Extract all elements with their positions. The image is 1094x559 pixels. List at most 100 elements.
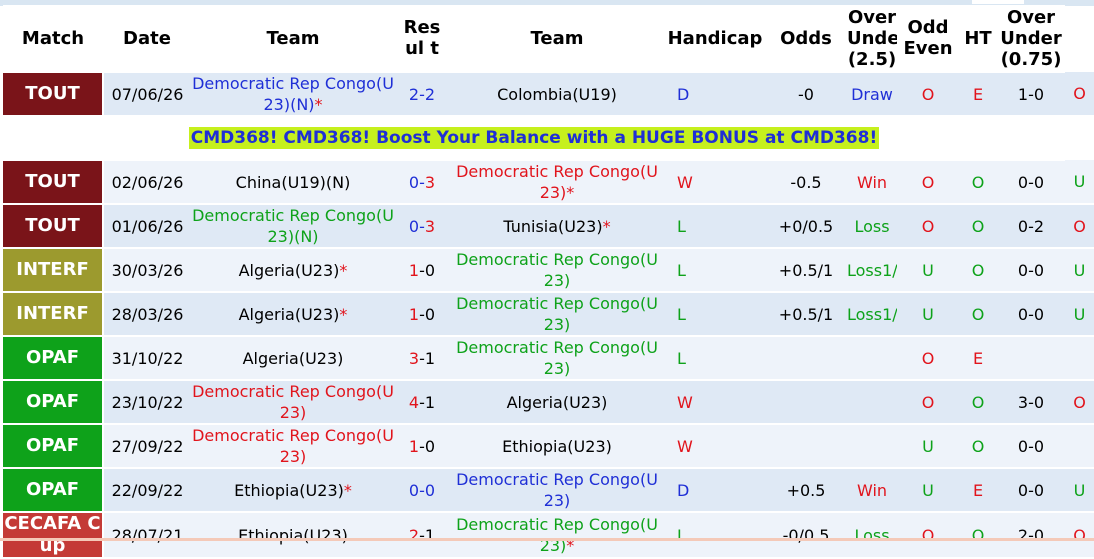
- header-handicap[interactable]: Handicap: [665, 5, 765, 73]
- table-row[interactable]: CECAFA C up 28/07/21 Ethiopia(U23) 2-1 Democ…: [3, 512, 1094, 559]
- score-cell[interactable]: 1-0: [395, 424, 449, 469]
- over-under-075-value: O: [1065, 204, 1094, 249]
- home-team-cell[interactable]: Democratic Rep Congo(U 23): [191, 424, 395, 469]
- halftime-score: 3-0: [997, 380, 1065, 425]
- home-team-cell[interactable]: Democratic Rep Congo(U 23): [191, 380, 395, 425]
- league-badge[interactable]: OPAF: [3, 336, 104, 381]
- score-cell[interactable]: 2-1: [395, 512, 449, 559]
- halftime-score: 0-0: [997, 248, 1065, 293]
- table-row[interactable]: OPAF 27/09/22 Democratic Rep Congo(U 23) 1-…: [3, 424, 1094, 469]
- table-row[interactable]: OPAF 22/09/22 Ethiopia(U23)* 0-0 Democratic …: [3, 468, 1094, 513]
- away-team-cell[interactable]: Tunisia(U23)*: [449, 204, 665, 249]
- away-team-cell[interactable]: Democratic Rep Congo(U 23): [449, 336, 665, 381]
- league-badge[interactable]: INTERF: [3, 248, 104, 293]
- table-row[interactable]: TOUT 01/06/26 Democratic Rep Congo(U 23)(N…: [3, 204, 1094, 249]
- team-name[interactable]: Algeria(U23): [239, 261, 340, 280]
- table-row[interactable]: OPAF 23/10/22 Democratic Rep Congo(U 23) 4-…: [3, 380, 1094, 425]
- team-name[interactable]: Democratic Rep Congo(U 23): [456, 470, 658, 510]
- score-cell[interactable]: 1-0: [395, 292, 449, 337]
- away-team-cell[interactable]: Democratic Rep Congo(U 23)*: [449, 160, 665, 205]
- score-home: 2: [408, 84, 420, 104]
- league-badge[interactable]: CECAFA C up: [3, 512, 104, 559]
- team-name[interactable]: Democratic Rep Congo(U 23): [456, 162, 658, 202]
- table-row[interactable]: INTERF 28/03/26 Algeria(U23)* 1-0 Democratic…: [3, 292, 1094, 337]
- home-team-cell[interactable]: Democratic Rep Congo(U 23)(N): [191, 204, 395, 249]
- score-cell[interactable]: 2-2: [395, 72, 449, 117]
- result-letter: W: [665, 380, 765, 425]
- league-badge[interactable]: OPAF: [3, 424, 104, 469]
- league-badge[interactable]: TOUT: [3, 160, 104, 205]
- team-name[interactable]: Ethiopia(U23): [238, 526, 348, 545]
- score-cell[interactable]: 3-1: [395, 336, 449, 381]
- team-name[interactable]: Democratic Rep Congo(U 23): [192, 426, 394, 466]
- league-badge[interactable]: OPAF: [3, 380, 104, 425]
- score-cell[interactable]: 1-0: [395, 248, 449, 293]
- away-team-cell[interactable]: Algeria(U23): [449, 380, 665, 425]
- score-cell[interactable]: 0-0: [395, 468, 449, 513]
- score-home: 1: [408, 436, 420, 456]
- home-team-cell[interactable]: Algeria(U23)*: [191, 292, 395, 337]
- home-team-cell[interactable]: Ethiopia(U23): [191, 512, 395, 559]
- team-name[interactable]: Democratic Rep Congo(U 23): [456, 250, 658, 290]
- league-badge[interactable]: OPAF: [3, 468, 104, 513]
- promo-cell[interactable]: CMD368! CMD368! Boost Your Balance with …: [3, 116, 1065, 161]
- header-odd-even[interactable]: Odd Even: [897, 5, 959, 73]
- home-team-cell[interactable]: China(U19)(N): [191, 160, 395, 205]
- home-team-cell[interactable]: Ethiopia(U23)*: [191, 468, 395, 513]
- header-result[interactable]: Resul t: [395, 5, 449, 73]
- team-name[interactable]: Algeria(U23): [507, 393, 608, 412]
- odd-even-value: O: [959, 380, 997, 425]
- team-name[interactable]: Algeria(U23): [243, 349, 344, 368]
- score-home: 1: [408, 304, 420, 324]
- header-team-home[interactable]: Team: [191, 5, 395, 73]
- away-team-cell[interactable]: Ethiopia(U23): [449, 424, 665, 469]
- team-name[interactable]: Democratic Rep Congo(U 23): [456, 515, 658, 555]
- league-badge[interactable]: TOUT: [3, 72, 104, 117]
- header-over-under[interactable]: Over Under (2.5): [847, 5, 897, 73]
- header-odds[interactable]: Odds: [765, 5, 847, 73]
- away-team-cell[interactable]: Democratic Rep Congo(U 23): [449, 248, 665, 293]
- odd-even-value: O: [959, 424, 997, 469]
- header-over-under-075[interactable]: Over Under (0.75): [997, 5, 1065, 73]
- team-marker-star: *: [602, 216, 611, 236]
- home-team-cell[interactable]: Democratic Rep Congo(U 23)(N)*: [191, 72, 395, 117]
- away-team-cell[interactable]: Democratic Rep Congo(U 23): [449, 292, 665, 337]
- header-match[interactable]: Match: [3, 5, 103, 73]
- team-name[interactable]: Colombia(U19): [497, 85, 617, 104]
- score-cell[interactable]: 0-3: [395, 160, 449, 205]
- away-team-cell[interactable]: Democratic Rep Congo(U 23): [449, 468, 665, 513]
- header-date[interactable]: Date: [103, 5, 191, 73]
- table-row[interactable]: TOUT 07/06/26 Democratic Rep Congo(U 23)(N…: [3, 72, 1094, 117]
- home-team-cell[interactable]: Algeria(U23): [191, 336, 395, 381]
- header-team-away[interactable]: Team: [449, 5, 665, 73]
- team-name[interactable]: Democratic Rep Congo(U 23)(N): [192, 74, 394, 114]
- team-name[interactable]: Ethiopia(U23): [234, 481, 344, 500]
- home-team-cell[interactable]: Algeria(U23)*: [191, 248, 395, 293]
- team-name[interactable]: Tunisia(U23): [503, 217, 602, 236]
- header-ht[interactable]: HT: [959, 5, 997, 73]
- league-badge[interactable]: TOUT: [3, 204, 104, 249]
- team-name[interactable]: China(U19)(N): [236, 173, 351, 192]
- result-letter: D: [665, 468, 765, 513]
- team-name[interactable]: Democratic Rep Congo(U 23)(N): [192, 206, 394, 246]
- promo-row[interactable]: CMD368! CMD368! Boost Your Balance with …: [3, 116, 1094, 161]
- score-away: 0: [424, 436, 436, 456]
- team-name[interactable]: Algeria(U23): [239, 305, 340, 324]
- promo-banner-link[interactable]: CMD368! CMD368! Boost Your Balance with …: [188, 127, 880, 149]
- league-badge[interactable]: INTERF: [3, 292, 104, 337]
- away-team-cell[interactable]: Colombia(U19): [449, 72, 665, 117]
- team-marker-star: *: [314, 95, 323, 114]
- halftime-score: 0-0: [997, 424, 1065, 469]
- team-name[interactable]: Democratic Rep Congo(U 23): [456, 294, 658, 334]
- table-row[interactable]: INTERF 30/03/26 Algeria(U23)* 1-0 Democratic…: [3, 248, 1094, 293]
- team-name[interactable]: Democratic Rep Congo(U 23): [456, 338, 658, 378]
- table-row[interactable]: TOUT 02/06/26 China(U19)(N) 0-3 Democratic R…: [3, 160, 1094, 205]
- team-name[interactable]: Ethiopia(U23): [502, 437, 612, 456]
- team-name[interactable]: Democratic Rep Congo(U 23): [192, 382, 394, 422]
- odd-even-value: O: [959, 292, 997, 337]
- odd-even-value: E: [959, 72, 997, 117]
- table-row[interactable]: OPAF 31/10/22 Algeria(U23) 3-1 Democratic Re…: [3, 336, 1094, 381]
- away-team-cell[interactable]: Democratic Rep Congo(U 23)*: [449, 512, 665, 559]
- score-cell[interactable]: 0-3: [395, 204, 449, 249]
- score-cell[interactable]: 4-1: [395, 380, 449, 425]
